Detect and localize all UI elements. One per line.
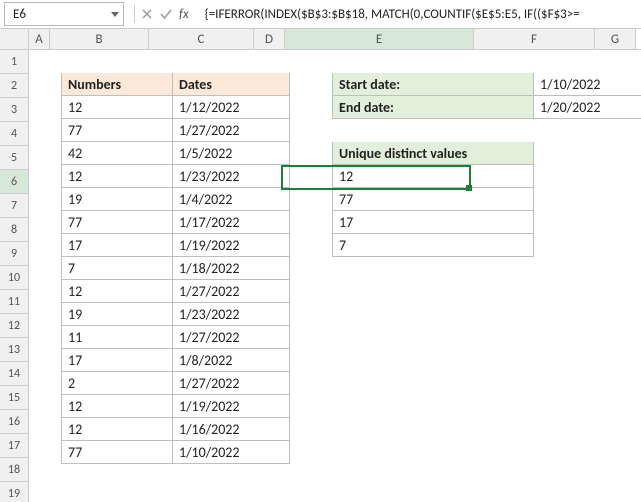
formula-buttons: fx [128, 5, 195, 23]
data-cell[interactable]: 1/27/2022 [173, 372, 290, 395]
data-cell[interactable]: 12 [61, 96, 173, 119]
data-cell[interactable]: 12 [61, 395, 173, 418]
data-cell[interactable]: 1/12/2022 [173, 96, 290, 119]
row-header[interactable]: 19 [0, 482, 29, 502]
param-label[interactable]: Start date: [332, 73, 534, 96]
col-header[interactable]: F [474, 29, 595, 49]
formula-input[interactable]: {=IFERROR(INDEX($B$3:$B$18, MATCH(0,COUN… [199, 3, 637, 25]
data-cell[interactable]: 77 [61, 119, 173, 142]
data-cell[interactable]: 1/23/2022 [173, 165, 290, 188]
row-header[interactable]: 13 [0, 338, 29, 362]
data-cell[interactable]: 12 [61, 165, 173, 188]
data-cell[interactable]: 77 [61, 441, 173, 464]
formula-bar: E6 fx {=IFERROR(INDEX($B$3:$B$18, MATCH(… [0, 0, 641, 29]
row-header[interactable]: 5 [0, 146, 29, 170]
select-all-triangle[interactable] [0, 29, 29, 49]
col-header[interactable]: G [595, 29, 636, 49]
data-cell[interactable]: 19 [61, 303, 173, 326]
data-cell[interactable]: 17 [61, 234, 173, 257]
data-cell[interactable]: 42 [61, 142, 173, 165]
table-header[interactable]: Unique distinct values [332, 142, 534, 165]
row-header[interactable]: 2 [0, 74, 29, 98]
param-value[interactable]: 1/10/2022 [534, 73, 641, 96]
data-cell[interactable]: 1/4/2022 [173, 188, 290, 211]
col-header[interactable]: E [285, 29, 474, 49]
result-cell[interactable]: 7 [332, 234, 534, 257]
col-header[interactable]: A [29, 29, 50, 49]
enter-icon[interactable] [159, 8, 173, 20]
result-cell[interactable]: 12 [332, 165, 534, 188]
row-header[interactable]: 10 [0, 266, 29, 290]
row-header[interactable]: 7 [0, 194, 29, 218]
column-headers: A B C D E F G [0, 29, 641, 50]
data-cell[interactable]: 19 [61, 188, 173, 211]
data-cell[interactable]: 1/10/2022 [173, 441, 290, 464]
data-cell[interactable]: 2 [61, 372, 173, 395]
data-cell[interactable]: 17 [61, 349, 173, 372]
data-cell[interactable]: 77 [61, 211, 173, 234]
data-cell[interactable]: 12 [61, 418, 173, 441]
row-header[interactable]: 8 [0, 218, 29, 242]
data-cell[interactable]: 1/8/2022 [173, 349, 290, 372]
row-header[interactable]: 3 [0, 98, 29, 122]
row-header[interactable]: 6 [0, 170, 29, 194]
param-label[interactable]: End date: [332, 96, 534, 119]
data-cell[interactable]: 12 [61, 280, 173, 303]
fx-icon[interactable]: fx [179, 7, 189, 22]
row-header[interactable]: 15 [0, 386, 29, 410]
row-headers: 1 2 3 4 5 6 7 8 9 10 11 12 13 14 15 16 1… [0, 50, 29, 502]
grid: A B C D E F G 1 2 3 4 5 6 7 8 9 10 11 12… [0, 29, 641, 502]
cancel-icon[interactable] [141, 8, 153, 20]
active-cell-ref: E6 [13, 7, 26, 22]
row-header[interactable]: 16 [0, 410, 29, 434]
table-header[interactable]: Dates [173, 73, 290, 96]
row-header[interactable]: 12 [0, 314, 29, 338]
row-header[interactable]: 14 [0, 362, 29, 386]
result-cell[interactable]: 17 [332, 211, 534, 234]
data-cell[interactable]: 1/23/2022 [173, 303, 290, 326]
name-box[interactable]: E6 [4, 2, 124, 26]
data-cell[interactable]: 11 [61, 326, 173, 349]
row-header[interactable]: 18 [0, 458, 29, 482]
data-cell[interactable]: 1/16/2022 [173, 418, 290, 441]
row-header[interactable]: 4 [0, 122, 29, 146]
chevron-down-icon [111, 12, 119, 17]
data-cell[interactable]: 1/5/2022 [173, 142, 290, 165]
data-cell[interactable]: 1/17/2022 [173, 211, 290, 234]
row-header[interactable]: 11 [0, 290, 29, 314]
table-header[interactable]: Numbers [61, 73, 173, 96]
data-cell[interactable]: 1/27/2022 [173, 280, 290, 303]
data-cell[interactable]: 1/19/2022 [173, 395, 290, 418]
cell-area[interactable]: Numbers Dates Start date: 1/10/2022 12 1… [29, 50, 641, 502]
row-header[interactable]: 17 [0, 434, 29, 458]
data-cell[interactable]: 1/27/2022 [173, 326, 290, 349]
param-value[interactable]: 1/20/2022 [534, 96, 641, 119]
col-header[interactable]: D [254, 29, 285, 49]
row-header[interactable]: 1 [0, 50, 29, 74]
data-cell[interactable]: 1/18/2022 [173, 257, 290, 280]
data-cell[interactable]: 7 [61, 257, 173, 280]
data-cell[interactable]: 1/19/2022 [173, 234, 290, 257]
data-cell[interactable]: 1/27/2022 [173, 119, 290, 142]
result-cell[interactable]: 77 [332, 188, 534, 211]
row-header[interactable]: 9 [0, 242, 29, 266]
col-header[interactable]: C [149, 29, 254, 49]
col-header[interactable]: B [50, 29, 149, 49]
